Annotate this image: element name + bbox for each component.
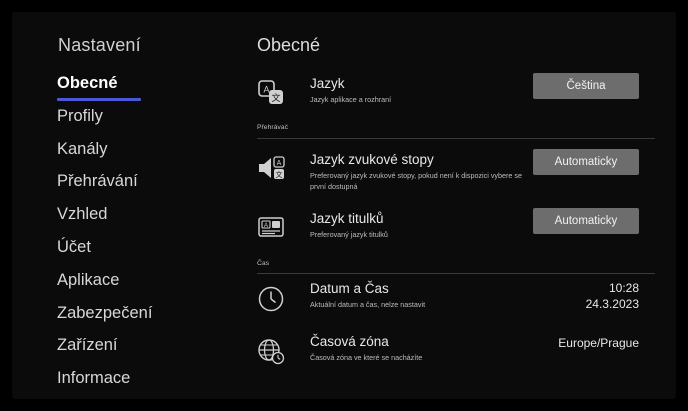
timezone-title: Časová zóna: [310, 334, 389, 349]
section-label-prehravac: Přehrávač: [257, 124, 288, 131]
globe-clock-icon: [257, 337, 285, 365]
audio-language-title: Jazyk zvukové stopy: [310, 152, 434, 167]
language-translate-icon: A 文: [257, 78, 285, 106]
sidebar-item-vzhled[interactable]: Vzhled: [57, 201, 152, 234]
timezone-value: Europe/Prague: [558, 336, 639, 350]
speaker-language-icon: A 文: [257, 154, 285, 182]
sidebar-item-prehravani[interactable]: Přehrávání: [57, 168, 152, 201]
language-description: Jazyk aplikace a rozhraní: [310, 95, 392, 104]
page-title: Obecné: [257, 35, 321, 55]
audio-language-button[interactable]: Automaticky: [533, 149, 639, 175]
svg-text:文: 文: [271, 92, 280, 104]
subtitle-language-title: Jazyk titulků: [310, 211, 384, 226]
subtitle-language-row[interactable]: A Jazyk titulků Preferovaný jazyk titulk…: [257, 208, 655, 245]
sidebar-item-zabezpeceni[interactable]: Zabezpečení: [57, 300, 152, 333]
language-button[interactable]: Čeština: [533, 73, 639, 99]
timezone-row[interactable]: Časová zóna Časová zóna ve které se nach…: [257, 334, 655, 368]
sidebar-item-profily[interactable]: Profily: [57, 103, 152, 136]
audio-language-description: Preferovaný jazyk zvukové stopy, pokud n…: [310, 171, 523, 191]
settings-sidebar: Nastavení Obecné Profily Kanály Přehrává…: [12, 12, 242, 399]
timezone-description: Časová zóna ve které se nacházíte: [310, 353, 423, 362]
date-time-title: Datum a Čas: [310, 281, 389, 296]
subtitles-icon: A: [257, 213, 285, 241]
current-time: 10:28: [608, 281, 639, 295]
sidebar-item-ucet[interactable]: Účet: [57, 234, 152, 267]
settings-main: Obecné A 文 Jazyk Jazyk aplikace a rozhra…: [244, 12, 672, 399]
subtitle-language-button[interactable]: Automaticky: [533, 208, 639, 234]
sidebar-item-obecne[interactable]: Obecné: [57, 70, 152, 103]
sidebar-item-informace[interactable]: Informace: [57, 365, 152, 398]
svg-text:A: A: [277, 160, 282, 167]
svg-text:A: A: [263, 85, 269, 95]
sidebar-title: Nastavení: [58, 35, 141, 55]
section-divider: [257, 138, 655, 139]
sidebar-nav: Obecné Profily Kanály Přehrávání Vzhled …: [57, 70, 152, 398]
date-time-row: Datum a Čas Aktuální datum a čas, nelze …: [257, 281, 655, 315]
sidebar-item-aplikace[interactable]: Aplikace: [57, 267, 152, 300]
sidebar-item-zarizeni[interactable]: Zařízení: [57, 332, 152, 365]
svg-text:A: A: [264, 223, 268, 229]
subtitle-language-description: Preferovaný jazyk titulků: [310, 230, 388, 239]
sidebar-item-kanaly[interactable]: Kanály: [57, 136, 152, 169]
clock-icon: [257, 285, 285, 313]
section-divider: [257, 273, 655, 274]
audio-language-row[interactable]: A 文 Jazyk zvukové stopy Preferovaný jazy…: [257, 149, 655, 194]
section-label-cas: Čas: [257, 260, 270, 267]
language-row[interactable]: A 文 Jazyk Jazyk aplikace a rozhraní Češt…: [257, 73, 655, 110]
language-title: Jazyk: [310, 76, 345, 91]
date-time-description: Aktuální datum a čas, nelze nastavit: [310, 300, 426, 309]
svg-text:文: 文: [276, 170, 283, 179]
current-date: 24.3.2023: [585, 297, 639, 311]
tv-settings-screen: Nastavení Obecné Profily Kanály Přehrává…: [12, 12, 676, 399]
